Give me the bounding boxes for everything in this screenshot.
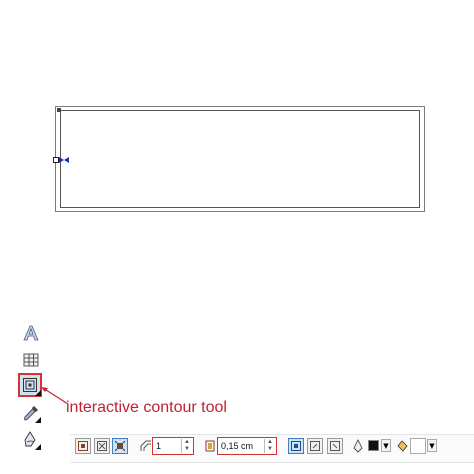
inside-button[interactable] — [94, 438, 110, 454]
fill-color-dropdown[interactable]: ▼ — [427, 439, 437, 452]
outside-contour-icon — [115, 441, 125, 451]
outline-color-swatch[interactable] — [368, 440, 379, 451]
to-center-icon — [78, 441, 88, 451]
contour-steps-icon — [140, 440, 151, 451]
flyout-corner-icon — [35, 417, 41, 423]
clockwise-color-icon — [310, 441, 320, 451]
fill-color-icon — [397, 440, 408, 452]
inside-contour-icon — [97, 441, 107, 451]
linear-contour-colors-button[interactable] — [288, 438, 304, 454]
corner-node[interactable] — [57, 108, 61, 112]
contour-offset-handle-icon[interactable] — [59, 155, 69, 165]
fill-color-swatch[interactable] — [410, 438, 426, 454]
outline-color-dropdown[interactable]: ▼ — [381, 439, 391, 452]
table-tool[interactable] — [20, 349, 42, 371]
counterclockwise-color-icon — [330, 441, 340, 451]
contour-steps-value: 1 — [156, 441, 162, 451]
counterclockwise-contour-colors-button[interactable] — [327, 438, 343, 454]
callout-label: interactive contour tool — [66, 399, 227, 416]
to-center-button[interactable] — [75, 438, 91, 454]
contour-offset-value: 0,15 cm — [221, 441, 254, 451]
inner-rectangle[interactable] — [60, 110, 420, 208]
contour-offset-field[interactable]: 0,15 cm ▲ ▼ — [217, 437, 277, 455]
linear-color-icon — [291, 441, 301, 451]
outside-button[interactable] — [112, 438, 128, 454]
artistic-text-tool[interactable] — [20, 322, 42, 344]
steps-spinner[interactable]: ▲ ▼ — [181, 439, 192, 453]
clockwise-contour-colors-button[interactable] — [307, 438, 323, 454]
contour-offset-icon — [205, 440, 215, 452]
outline-pen-icon — [353, 439, 363, 453]
flyout-corner-icon — [35, 444, 41, 450]
contour-steps-field[interactable]: 1 ▲ ▼ — [152, 437, 194, 455]
text-A-icon — [23, 325, 39, 341]
offset-spinner[interactable]: ▲ ▼ — [264, 439, 275, 453]
table-icon — [23, 353, 39, 367]
